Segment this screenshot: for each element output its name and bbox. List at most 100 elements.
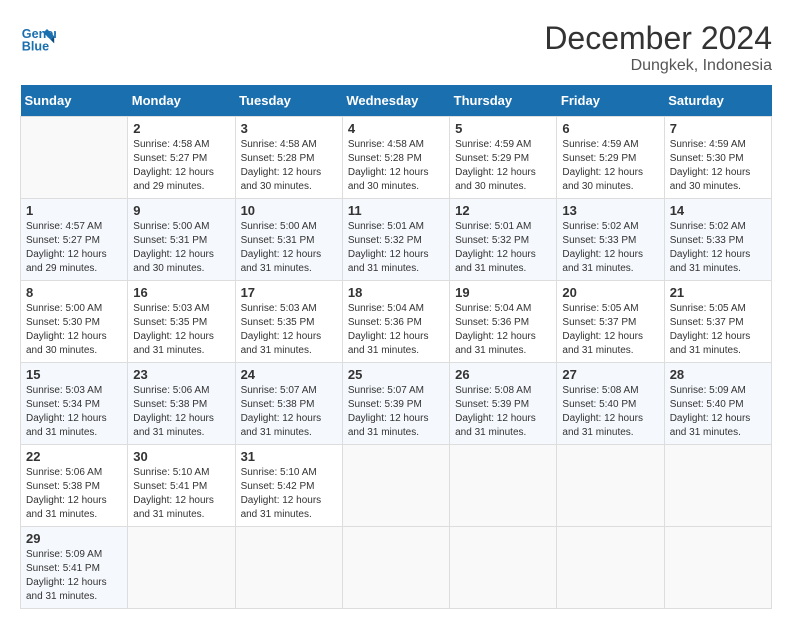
logo: General Blue [20, 20, 56, 56]
day-number: 16 [133, 285, 229, 300]
svg-text:Blue: Blue [22, 40, 49, 54]
day-number: 27 [562, 367, 658, 382]
header: General Blue December 2024 Dungkek, Indo… [20, 20, 772, 75]
day-number: 11 [348, 203, 444, 218]
calendar-cell [664, 527, 771, 609]
calendar-cell [450, 527, 557, 609]
day-info: Sunrise: 5:04 AM Sunset: 5:36 PM Dayligh… [455, 303, 536, 356]
day-info: Sunrise: 5:08 AM Sunset: 5:40 PM Dayligh… [562, 385, 643, 438]
day-number: 14 [670, 203, 766, 218]
day-number: 10 [241, 203, 337, 218]
calendar-cell: 28 Sunrise: 5:09 AM Sunset: 5:40 PM Dayl… [664, 363, 771, 445]
day-number: 18 [348, 285, 444, 300]
day-number: 19 [455, 285, 551, 300]
calendar-week-row: 2 Sunrise: 4:58 AM Sunset: 5:27 PM Dayli… [21, 117, 772, 199]
day-number: 22 [26, 449, 122, 464]
calendar-cell: 22 Sunrise: 5:06 AM Sunset: 5:38 PM Dayl… [21, 445, 128, 527]
day-number: 4 [348, 121, 444, 136]
day-number: 30 [133, 449, 229, 464]
day-number: 28 [670, 367, 766, 382]
day-number: 2 [133, 121, 229, 136]
calendar-cell: 13 Sunrise: 5:02 AM Sunset: 5:33 PM Dayl… [557, 199, 664, 281]
day-info: Sunrise: 5:10 AM Sunset: 5:41 PM Dayligh… [133, 467, 214, 520]
calendar-week-row: 22 Sunrise: 5:06 AM Sunset: 5:38 PM Dayl… [21, 445, 772, 527]
weekday-header-thursday: Thursday [450, 85, 557, 117]
day-info: Sunrise: 4:59 AM Sunset: 5:30 PM Dayligh… [670, 139, 751, 192]
calendar-cell: 20 Sunrise: 5:05 AM Sunset: 5:37 PM Dayl… [557, 281, 664, 363]
day-number: 3 [241, 121, 337, 136]
day-number: 25 [348, 367, 444, 382]
day-info: Sunrise: 4:58 AM Sunset: 5:28 PM Dayligh… [241, 139, 322, 192]
calendar-cell [557, 445, 664, 527]
day-number: 5 [455, 121, 551, 136]
calendar-cell: 14 Sunrise: 5:02 AM Sunset: 5:33 PM Dayl… [664, 199, 771, 281]
calendar-cell: 31 Sunrise: 5:10 AM Sunset: 5:42 PM Dayl… [235, 445, 342, 527]
calendar-cell: 5 Sunrise: 4:59 AM Sunset: 5:29 PM Dayli… [450, 117, 557, 199]
day-number: 21 [670, 285, 766, 300]
calendar-cell: 12 Sunrise: 5:01 AM Sunset: 5:32 PM Dayl… [450, 199, 557, 281]
day-info: Sunrise: 4:59 AM Sunset: 5:29 PM Dayligh… [562, 139, 643, 192]
calendar-cell: 4 Sunrise: 4:58 AM Sunset: 5:28 PM Dayli… [342, 117, 449, 199]
day-info: Sunrise: 5:03 AM Sunset: 5:35 PM Dayligh… [241, 303, 322, 356]
calendar-cell: 10 Sunrise: 5:00 AM Sunset: 5:31 PM Dayl… [235, 199, 342, 281]
day-number: 31 [241, 449, 337, 464]
day-info: Sunrise: 5:02 AM Sunset: 5:33 PM Dayligh… [562, 221, 643, 274]
day-number: 8 [26, 285, 122, 300]
day-number: 6 [562, 121, 658, 136]
logo-icon: General Blue [20, 20, 56, 56]
day-info: Sunrise: 5:09 AM Sunset: 5:41 PM Dayligh… [26, 549, 107, 602]
calendar-cell: 21 Sunrise: 5:05 AM Sunset: 5:37 PM Dayl… [664, 281, 771, 363]
calendar-cell [450, 445, 557, 527]
day-info: Sunrise: 5:00 AM Sunset: 5:31 PM Dayligh… [241, 221, 322, 274]
calendar-cell [128, 527, 235, 609]
calendar-cell [664, 445, 771, 527]
day-info: Sunrise: 5:05 AM Sunset: 5:37 PM Dayligh… [670, 303, 751, 356]
calendar-cell: 19 Sunrise: 5:04 AM Sunset: 5:36 PM Dayl… [450, 281, 557, 363]
day-number: 20 [562, 285, 658, 300]
calendar-cell: 2 Sunrise: 4:58 AM Sunset: 5:27 PM Dayli… [128, 117, 235, 199]
calendar-week-row: 15 Sunrise: 5:03 AM Sunset: 5:34 PM Dayl… [21, 363, 772, 445]
calendar-cell [557, 527, 664, 609]
calendar-cell: 15 Sunrise: 5:03 AM Sunset: 5:34 PM Dayl… [21, 363, 128, 445]
day-number: 15 [26, 367, 122, 382]
day-number: 13 [562, 203, 658, 218]
calendar-cell: 17 Sunrise: 5:03 AM Sunset: 5:35 PM Dayl… [235, 281, 342, 363]
calendar-cell: 16 Sunrise: 5:03 AM Sunset: 5:35 PM Dayl… [128, 281, 235, 363]
day-info: Sunrise: 5:08 AM Sunset: 5:39 PM Dayligh… [455, 385, 536, 438]
calendar-table: SundayMondayTuesdayWednesdayThursdayFrid… [20, 85, 772, 609]
weekday-header-monday: Monday [128, 85, 235, 117]
day-number: 29 [26, 531, 122, 546]
calendar-cell [342, 445, 449, 527]
calendar-cell: 23 Sunrise: 5:06 AM Sunset: 5:38 PM Dayl… [128, 363, 235, 445]
calendar-cell: 25 Sunrise: 5:07 AM Sunset: 5:39 PM Dayl… [342, 363, 449, 445]
calendar-cell: 6 Sunrise: 4:59 AM Sunset: 5:29 PM Dayli… [557, 117, 664, 199]
title-area: December 2024 Dungkek, Indonesia [544, 20, 772, 75]
calendar-cell: 26 Sunrise: 5:08 AM Sunset: 5:39 PM Dayl… [450, 363, 557, 445]
weekday-header-row: SundayMondayTuesdayWednesdayThursdayFrid… [21, 85, 772, 117]
calendar-cell: 27 Sunrise: 5:08 AM Sunset: 5:40 PM Dayl… [557, 363, 664, 445]
calendar-cell [21, 117, 128, 199]
weekday-header-wednesday: Wednesday [342, 85, 449, 117]
day-info: Sunrise: 4:58 AM Sunset: 5:27 PM Dayligh… [133, 139, 214, 192]
day-number: 17 [241, 285, 337, 300]
calendar-cell: 11 Sunrise: 5:01 AM Sunset: 5:32 PM Dayl… [342, 199, 449, 281]
calendar-cell: 9 Sunrise: 5:00 AM Sunset: 5:31 PM Dayli… [128, 199, 235, 281]
calendar-cell: 18 Sunrise: 5:04 AM Sunset: 5:36 PM Dayl… [342, 281, 449, 363]
day-info: Sunrise: 5:09 AM Sunset: 5:40 PM Dayligh… [670, 385, 751, 438]
day-info: Sunrise: 4:57 AM Sunset: 5:27 PM Dayligh… [26, 221, 107, 274]
day-number: 7 [670, 121, 766, 136]
calendar-week-row: 8 Sunrise: 5:00 AM Sunset: 5:30 PM Dayli… [21, 281, 772, 363]
day-info: Sunrise: 5:03 AM Sunset: 5:35 PM Dayligh… [133, 303, 214, 356]
day-info: Sunrise: 4:58 AM Sunset: 5:28 PM Dayligh… [348, 139, 429, 192]
day-info: Sunrise: 5:02 AM Sunset: 5:33 PM Dayligh… [670, 221, 751, 274]
weekday-header-tuesday: Tuesday [235, 85, 342, 117]
day-info: Sunrise: 4:59 AM Sunset: 5:29 PM Dayligh… [455, 139, 536, 192]
weekday-header-friday: Friday [557, 85, 664, 117]
location: Dungkek, Indonesia [544, 57, 772, 75]
day-info: Sunrise: 5:06 AM Sunset: 5:38 PM Dayligh… [133, 385, 214, 438]
day-info: Sunrise: 5:07 AM Sunset: 5:38 PM Dayligh… [241, 385, 322, 438]
calendar-cell: 8 Sunrise: 5:00 AM Sunset: 5:30 PM Dayli… [21, 281, 128, 363]
day-number: 12 [455, 203, 551, 218]
calendar-week-row: 29 Sunrise: 5:09 AM Sunset: 5:41 PM Dayl… [21, 527, 772, 609]
calendar-cell: 24 Sunrise: 5:07 AM Sunset: 5:38 PM Dayl… [235, 363, 342, 445]
